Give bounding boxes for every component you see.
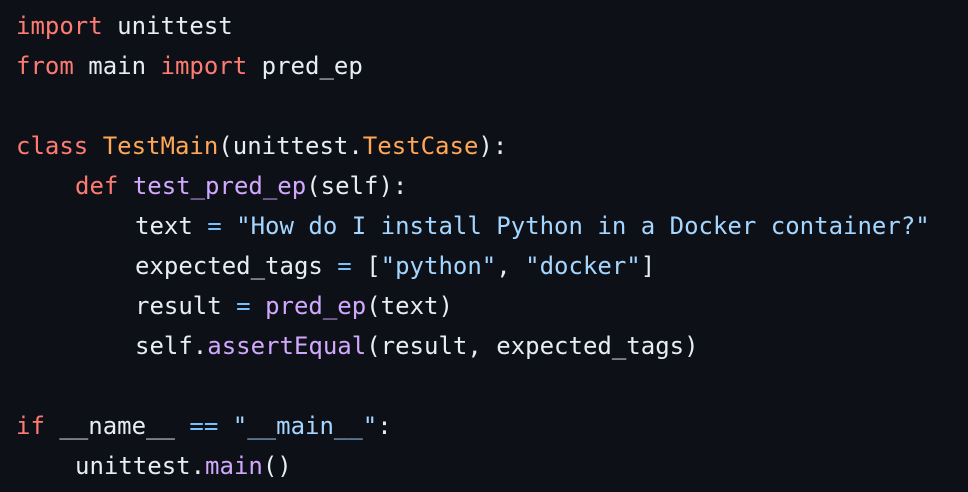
keyword-class: class bbox=[16, 132, 89, 160]
dunder-name: __name__ bbox=[44, 412, 190, 440]
code-line-7: expected_tags = ["python", "docker"] bbox=[16, 246, 968, 286]
code-line-2: from main import pred_ep bbox=[16, 46, 968, 86]
list-close: ] bbox=[640, 252, 656, 280]
variable-text: text bbox=[135, 212, 208, 240]
code-line-4: class TestMain(unittest.TestCase): bbox=[16, 126, 968, 166]
code-line-12: unittest.main() bbox=[16, 446, 968, 486]
assign-operator: = bbox=[236, 292, 251, 320]
method-call: main bbox=[205, 452, 263, 480]
code-line-11: if __name__ == "__main__": bbox=[16, 406, 968, 446]
code-line-10-blank bbox=[16, 366, 968, 406]
variable-result: result bbox=[135, 292, 237, 320]
code-editor[interactable]: import unittest from main import pred_ep… bbox=[0, 0, 968, 492]
keyword-import: import bbox=[160, 52, 248, 80]
keyword-def: def bbox=[75, 172, 119, 200]
variable-expected-tags: expected_tags bbox=[135, 252, 338, 280]
object-unittest: unittest. bbox=[75, 452, 206, 480]
module-name: unittest bbox=[102, 12, 233, 40]
string-literal: "docker" bbox=[525, 252, 641, 280]
keyword-import: import bbox=[16, 12, 103, 40]
call-args: (result, expected_tags) bbox=[366, 332, 699, 360]
class-def-close: ): bbox=[478, 132, 508, 160]
class-base-prefix: (unittest. bbox=[218, 132, 363, 160]
code-line-3-blank bbox=[16, 86, 968, 126]
code-line-1: import unittest bbox=[16, 6, 968, 46]
function-call: pred_ep bbox=[265, 292, 367, 320]
class-name: TestMain bbox=[102, 132, 219, 160]
string-literal: "python" bbox=[380, 252, 497, 280]
call-args: () bbox=[262, 452, 292, 480]
module-main: main bbox=[73, 52, 161, 80]
string-literal: "How do I install Python in a Docker con… bbox=[236, 212, 930, 240]
method-call: assertEqual bbox=[207, 332, 367, 360]
code-line-8: result = pred_ep(text) bbox=[16, 286, 968, 326]
string-literal: "__main__" bbox=[232, 412, 378, 440]
assign-operator: = bbox=[337, 252, 352, 280]
code-line-6: text = "How do I install Python in a Doc… bbox=[16, 206, 968, 246]
list-open: [ bbox=[351, 252, 381, 280]
keyword-from: from bbox=[16, 52, 74, 80]
class-base-name: TestCase bbox=[362, 132, 479, 160]
object-self: self. bbox=[135, 332, 208, 360]
function-name: test_pred_ep bbox=[132, 172, 307, 200]
assign-operator: = bbox=[207, 212, 222, 240]
colon: : bbox=[377, 412, 392, 440]
function-params: (self): bbox=[306, 172, 408, 200]
code-line-5: def test_pred_ep(self): bbox=[16, 166, 968, 206]
code-line-9: self.assertEqual(result, expected_tags) bbox=[16, 326, 968, 366]
call-args: (text) bbox=[366, 292, 453, 320]
equality-operator: == bbox=[189, 412, 219, 440]
imported-name: pred_ep bbox=[247, 52, 363, 80]
keyword-if: if bbox=[16, 412, 45, 440]
list-separator: , bbox=[496, 252, 526, 280]
